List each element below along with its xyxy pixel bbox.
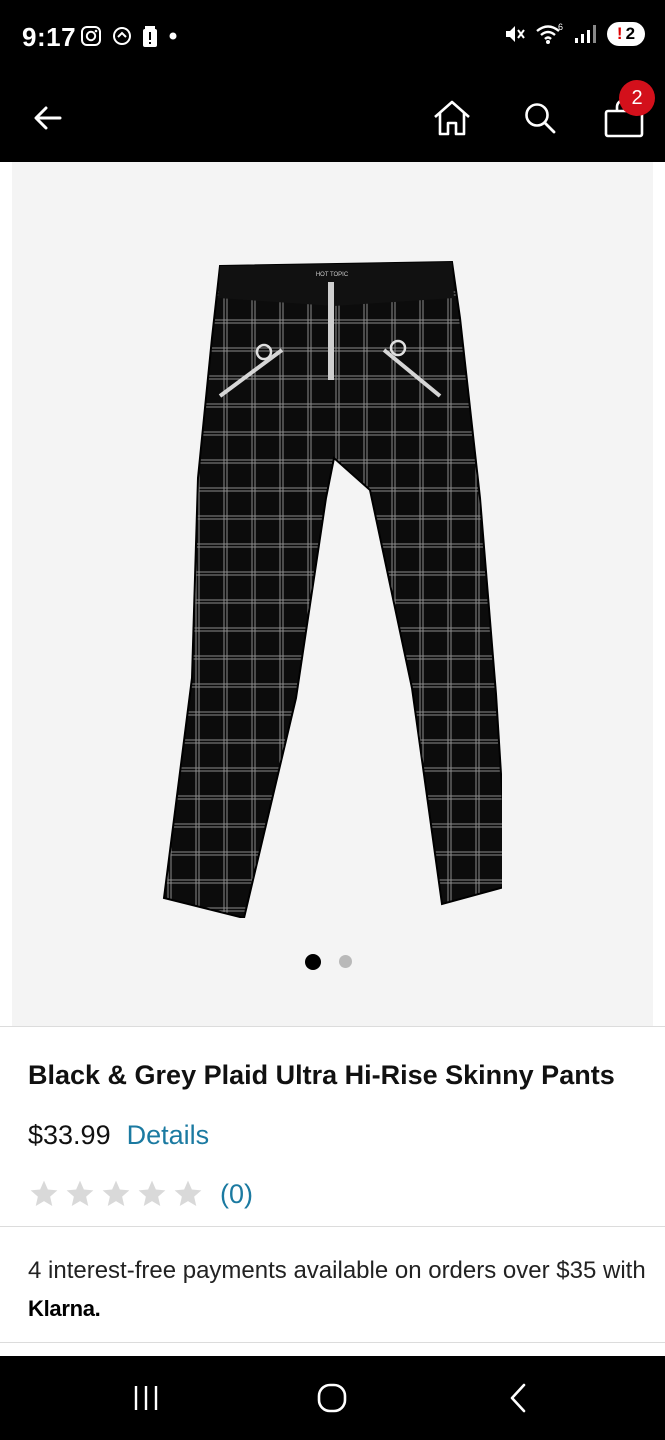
star-icon (30, 1180, 58, 1206)
klarna-logo: Klarna. (28, 1296, 101, 1321)
notification-count: 2 (625, 24, 636, 43)
status-bar: 9:17 6 ! 2 (0, 0, 665, 74)
divider (0, 1026, 665, 1027)
product-title: Black & Grey Plaid Ultra Hi-Rise Skinny … (28, 1060, 615, 1090)
system-nav-bar (0, 1356, 665, 1440)
dot-icon (169, 32, 177, 40)
divider (0, 1342, 665, 1343)
wifi-icon: 6 (536, 22, 563, 44)
home-icon (434, 100, 470, 136)
svg-text:6: 6 (558, 22, 563, 32)
mute-icon (506, 26, 525, 42)
status-left-icons (80, 24, 178, 48)
product-image[interactable]: HOT TOPIC (162, 258, 502, 918)
alert-icon: ! (616, 24, 623, 43)
chevron-left-icon (510, 1383, 526, 1413)
divider (0, 1226, 665, 1227)
home-button[interactable] (422, 88, 482, 148)
back-button[interactable] (18, 88, 78, 148)
product-image-carousel[interactable]: HOT TOPIC (12, 162, 653, 1026)
carousel-dot-1[interactable] (305, 954, 321, 970)
search-icon (525, 103, 556, 134)
klarna-message: 4 interest-free payments available on or… (28, 1257, 646, 1284)
instagram-icon (81, 26, 101, 46)
carousel-dots (8, 954, 649, 970)
recent-apps-button[interactable] (116, 1374, 176, 1422)
system-back-button[interactable] (488, 1374, 548, 1422)
search-button[interactable] (510, 88, 570, 148)
price-row: $33.99 Details (28, 1120, 209, 1151)
home-circle-icon (317, 1383, 347, 1413)
arrow-left-icon (34, 106, 62, 130)
rating-row[interactable]: (0) (28, 1178, 253, 1210)
star-icon (138, 1180, 166, 1206)
star-icon (66, 1180, 94, 1206)
signal-icon (575, 25, 596, 43)
carousel-dot-2[interactable] (339, 955, 352, 968)
review-count-link[interactable]: (0) (220, 1179, 253, 1210)
star-icon (102, 1180, 130, 1206)
product-content: HOT TOPIC Black & Grey Plaid Ultra Hi-Ri… (0, 162, 665, 1356)
app-bar (0, 74, 665, 162)
status-time: 9:17 (22, 22, 77, 52)
klarna-payment-info[interactable]: 4 interest-free payments available on or… (28, 1252, 648, 1328)
details-link[interactable]: Details (127, 1120, 210, 1151)
app-icon (113, 27, 131, 45)
product-price: $33.99 (28, 1120, 111, 1150)
status-right-icons: 6 ! 2 (503, 22, 645, 46)
alert-battery-icon (143, 26, 157, 47)
star-icon (174, 1180, 202, 1206)
recent-apps-icon (134, 1386, 158, 1410)
notification-pill: ! 2 (607, 22, 645, 46)
cart-count-badge: 2 (619, 80, 655, 116)
brand-tag: HOT TOPIC (316, 272, 349, 278)
system-home-button[interactable] (302, 1374, 362, 1422)
